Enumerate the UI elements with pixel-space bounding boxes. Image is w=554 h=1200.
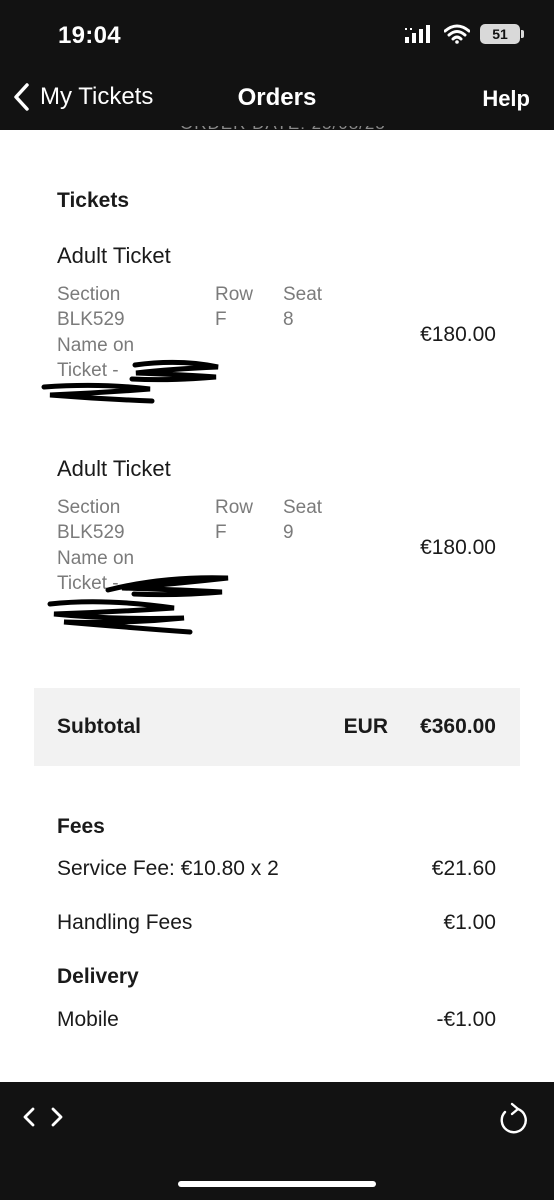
fees-heading: Fees (57, 815, 105, 838)
section-value: BLK529 (57, 309, 125, 330)
name-on-label: Name on (57, 335, 135, 356)
chevron-left-icon (14, 83, 29, 111)
redaction-scribble (47, 575, 229, 635)
ticket-name: Adult Ticket (57, 243, 171, 268)
wifi-icon (444, 24, 470, 44)
back-button[interactable]: My Tickets (12, 82, 153, 112)
seat-value: 9 (283, 522, 294, 543)
seat-label: Seat (283, 284, 323, 305)
browser-forward-icon[interactable] (50, 1106, 64, 1128)
redaction-scribble (41, 359, 219, 404)
section-label: Section (57, 497, 121, 518)
tickets-heading: Tickets (57, 189, 129, 212)
subtotal-value: €360.00 (420, 715, 496, 738)
ticket-price: €180.00 (420, 536, 496, 559)
row-value: F (215, 309, 227, 330)
row-label: Row (215, 284, 254, 305)
seat-label: Seat (283, 497, 323, 518)
browser-back-icon[interactable] (22, 1106, 36, 1128)
section-label: Section (57, 284, 121, 305)
row-label: Row (215, 497, 254, 518)
ticket-price: €180.00 (420, 323, 496, 346)
home-indicator[interactable] (178, 1181, 376, 1187)
delivery-method-label: Mobile (57, 1008, 119, 1031)
delivery-method-value: -€1.00 (436, 1008, 496, 1031)
reload-icon[interactable] (498, 1102, 528, 1136)
help-button[interactable]: Help (482, 86, 530, 112)
name-on-label: Name on (57, 548, 135, 569)
seat-value: 8 (283, 309, 294, 330)
ticket-name: Adult Ticket (57, 456, 171, 481)
handling-fee-label: Handling Fees (57, 911, 193, 934)
subtotal-label: Subtotal (57, 715, 141, 738)
page-title: Orders (237, 84, 317, 111)
section-value: BLK529 (57, 522, 125, 543)
battery-level: 51 (492, 26, 508, 42)
back-label: My Tickets (40, 83, 154, 110)
status-time: 19:04 (58, 22, 121, 49)
service-fee-label: Service Fee: €10.80 x 2 (57, 857, 279, 880)
service-fee-value: €21.60 (431, 857, 496, 880)
battery-icon: 51 (480, 24, 524, 44)
subtotal-row: Subtotal EUR €360.00 (34, 688, 520, 766)
top-bar: 19:04 51 My Tickets Orders Help (0, 0, 554, 130)
signal-icon (405, 25, 430, 43)
handling-fee-value: €1.00 (443, 911, 496, 934)
subtotal-currency: EUR (343, 715, 388, 738)
delivery-heading: Delivery (57, 965, 139, 988)
status-icons: 51 (404, 24, 524, 44)
row-value: F (215, 522, 227, 543)
